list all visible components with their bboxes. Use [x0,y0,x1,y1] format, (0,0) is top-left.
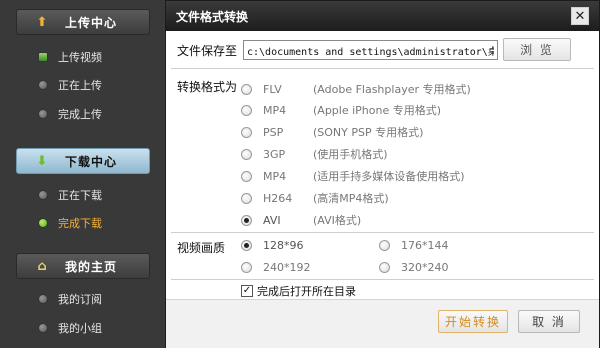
quality-option-240x192[interactable]: 240*192 [241,261,311,274]
sidebar-item-groups[interactable]: 我的小组 [38,319,102,337]
radio-button[interactable] [241,104,252,116]
radio-button[interactable] [241,170,252,182]
download-center-header[interactable]: ⬇ 下载中心 [16,148,150,174]
format-name: FLV [263,82,282,96]
sidebar-item-upload-video[interactable]: 上传视频 [38,48,102,66]
quality-option-320x240[interactable]: 320*240 [379,261,449,274]
upload-center-header[interactable]: ⬆ 上传中心 [16,9,150,35]
divider [171,68,594,69]
browse-button[interactable]: 浏 览 [503,38,571,61]
down-arrow-icon: ⬇ [36,153,48,169]
format-desc: (高清MP4格式) [313,192,389,205]
format-name: AVI [263,213,281,227]
radio-button[interactable] [241,262,252,273]
quality-value: 320*240 [401,261,449,274]
format-name: H264 [263,191,293,205]
cancel-button[interactable]: 取 消 [518,310,580,333]
format-desc: (AVI格式) [313,214,362,227]
sidebar-item-download-complete[interactable]: 完成下载 [38,214,102,232]
sidebar: ⬆ 上传中心 上传视频 正在上传 完成上传 ⬇ 下载中心 正在下载 完成下载 ⌂… [0,0,165,348]
divider [171,279,594,280]
check-dot-icon [38,218,48,228]
open-folder-label: 完成后打开所在目录 [257,285,356,298]
upload-center-label: 上传中心 [65,15,118,30]
format-name: MP4 [263,169,287,183]
save-location-label: 文件保存至 [177,44,238,58]
dot-icon [38,80,48,90]
dialog-titlebar[interactable]: 文件格式转换 [166,1,599,31]
radio-button[interactable] [241,192,252,204]
format-desc: (Apple iPhone 专用格式) [313,104,442,117]
save-path-input[interactable] [243,40,498,60]
radio-button[interactable] [379,262,390,273]
sidebar-item-label: 完成下载 [58,217,102,230]
quality-label: 视频画质 [177,241,226,255]
radio-button-selected[interactable] [241,240,252,251]
download-center-label: 下载中心 [65,154,118,169]
format-option-3gp[interactable]: 3GP (使用手机格式) [241,146,388,162]
video-icon [38,52,48,62]
format-option-h264[interactable]: H264 (高清MP4格式) [241,190,389,206]
dialog-title: 文件格式转换 [176,9,249,24]
open-folder-checkbox[interactable]: ✓ [241,285,253,297]
quality-value: 128*96 [263,239,304,252]
format-option-psp[interactable]: PSP (SONY PSP 专用格式) [241,124,423,140]
sidebar-item-label: 正在下载 [58,189,102,202]
close-icon: ✕ [574,8,586,24]
sidebar-item-label: 上传视频 [58,51,102,64]
radio-button[interactable] [241,83,252,95]
open-folder-option[interactable]: ✓ 完成后打开所在目录 [241,283,356,299]
dot-icon [38,109,48,119]
format-option-avi[interactable]: AVI (AVI格式) [241,212,361,228]
radio-button[interactable] [379,240,390,251]
house-icon: ⌂ [37,258,47,274]
format-label: 转换格式为 [177,80,238,94]
my-home-header[interactable]: ⌂ 我的主页 [16,253,150,279]
sidebar-item-downloading[interactable]: 正在下载 [38,186,102,204]
sidebar-item-uploading[interactable]: 正在上传 [38,76,102,94]
sidebar-item-label: 我的订阅 [58,293,102,306]
format-name: MP4 [263,103,287,117]
my-home-label: 我的主页 [65,259,118,274]
dot-icon [38,323,48,333]
sidebar-item-label: 正在上传 [58,79,102,92]
quality-option-128x96[interactable]: 128*96 [241,239,304,252]
sidebar-item-upload-complete[interactable]: 完成上传 [38,105,102,123]
radio-button[interactable] [241,148,252,160]
format-option-flv[interactable]: FLV (Adobe Flashplayer 专用格式) [241,81,471,97]
quality-value: 240*192 [263,261,311,274]
sidebar-item-subscriptions[interactable]: 我的订阅 [38,290,102,308]
format-option-mp4-iphone[interactable]: MP4 (Apple iPhone 专用格式) [241,102,441,118]
radio-button[interactable] [241,126,252,138]
sidebar-item-label: 完成上传 [58,108,102,121]
format-desc: (适用手持多媒体设备使用格式) [313,170,465,183]
sidebar-item-label: 我的小组 [58,322,102,335]
format-desc: (使用手机格式) [313,148,388,161]
format-name: 3GP [263,147,286,161]
format-desc: (Adobe Flashplayer 专用格式) [313,83,471,96]
divider [171,232,594,233]
format-name: PSP [263,125,284,139]
up-arrow-icon: ⬆ [36,14,48,30]
format-option-mp4-handheld[interactable]: MP4 (适用手持多媒体设备使用格式) [241,168,465,184]
close-button[interactable]: ✕ [571,7,589,25]
quality-option-176x144[interactable]: 176*144 [379,239,449,252]
dot-icon [38,190,48,200]
start-convert-button[interactable]: 开始转换 [438,310,508,333]
radio-button-selected[interactable] [241,214,252,226]
format-convert-dialog: 文件格式转换 ✕ 文件保存至 浏 览 转换格式为 FLV (Adobe Flas… [165,0,600,348]
dot-icon [38,294,48,304]
quality-value: 176*144 [401,239,449,252]
format-desc: (SONY PSP 专用格式) [313,126,424,139]
